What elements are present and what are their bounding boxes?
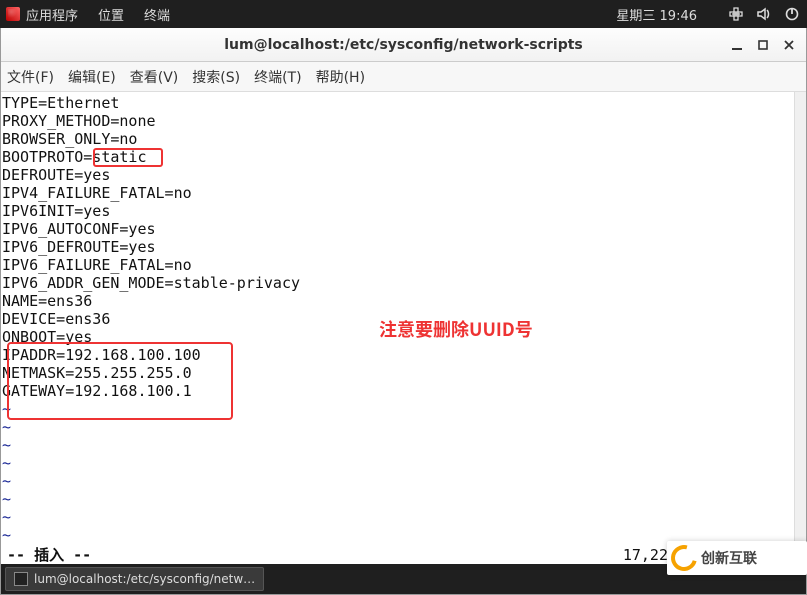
taskbar-entry-terminal[interactable]: lum@localhost:/etc/sysconfig/netw… [5,567,264,591]
applications-menu[interactable]: 应用程序 [26,5,78,24]
vim-cursor-position: 17,22 [623,546,668,564]
editor-empty-line: ~ [1,418,806,436]
watermark-logo-icon [666,540,702,576]
menu-file[interactable]: 文件(F) [7,67,54,87]
close-button[interactable] [776,32,802,58]
window-title: lum@localhost:/etc/sysconfig/network-scr… [1,37,806,53]
taskbar-entry-label: lum@localhost:/etc/sysconfig/netw… [34,572,255,586]
menu-help[interactable]: 帮助(H) [316,67,365,87]
editor-line: IPV6_AUTOCONF=yes [1,220,806,238]
places-menu[interactable]: 位置 [98,5,124,24]
window-titlebar: lum@localhost:/etc/sysconfig/network-scr… [1,28,806,62]
menu-view[interactable]: 查看(V) [130,67,179,87]
minimize-button[interactable] [724,32,750,58]
editor-line: IPV6_DEFROUTE=yes [1,238,806,256]
network-icon[interactable] [727,5,745,23]
annotation-text: 注意要删除UUID号 [379,320,533,338]
editor-line: GATEWAY=192.168.100.1 [1,382,806,400]
editor-line: BOOTPROTO=static [1,148,806,166]
editor-line: NAME=ens36 [1,292,806,310]
menu-search[interactable]: 搜索(S) [192,67,240,87]
terminal-menubar: 文件(F) 编辑(E) 查看(V) 搜索(S) 终端(T) 帮助(H) [1,62,806,92]
editor-line: IPV6_ADDR_GEN_MODE=stable-privacy [1,274,806,292]
editor-empty-line: ~ [1,490,806,508]
activities-icon[interactable] [6,7,20,21]
editor-line: DEFROUTE=yes [1,166,806,184]
vim-mode-indicator: -- 插入 -- [7,546,91,564]
editor-line: BROWSER_ONLY=no [1,130,806,148]
terminal-area[interactable]: TYPE=EthernetPROXY_METHOD=noneBROWSER_ON… [1,92,806,564]
editor-empty-line: ~ [1,454,806,472]
desktop-top-panel: 应用程序 位置 终端 星期三 19:46 [0,0,807,28]
editor-line: NETMASK=255.255.255.0 [1,364,806,382]
menu-terminal[interactable]: 终端(T) [254,67,301,87]
taskbar-terminal-icon [14,572,28,586]
editor-empty-line: ~ [1,508,806,526]
editor-empty-line: ~ [1,472,806,490]
terminal-menu[interactable]: 终端 [144,5,170,24]
editor-empty-line: ~ [1,400,806,418]
watermark-text: 创新互联 [701,548,757,568]
editor-line: IPV4_FAILURE_FATAL=no [1,184,806,202]
panel-clock[interactable]: 星期三 19:46 [616,5,697,24]
editor-line: PROXY_METHOD=none [1,112,806,130]
editor-line: IPV6_FAILURE_FATAL=no [1,256,806,274]
editor-empty-line: ~ [1,436,806,454]
volume-icon[interactable] [755,5,773,23]
editor-line: IPV6INIT=yes [1,202,806,220]
power-icon[interactable] [783,5,801,23]
editor-line: TYPE=Ethernet [1,94,806,112]
menu-edit[interactable]: 编辑(E) [68,67,116,87]
editor-line: IPADDR=192.168.100.100 [1,346,806,364]
maximize-button[interactable] [750,32,776,58]
terminal-scrollbar[interactable] [794,92,806,546]
watermark-badge: 创新互联 [667,541,807,575]
